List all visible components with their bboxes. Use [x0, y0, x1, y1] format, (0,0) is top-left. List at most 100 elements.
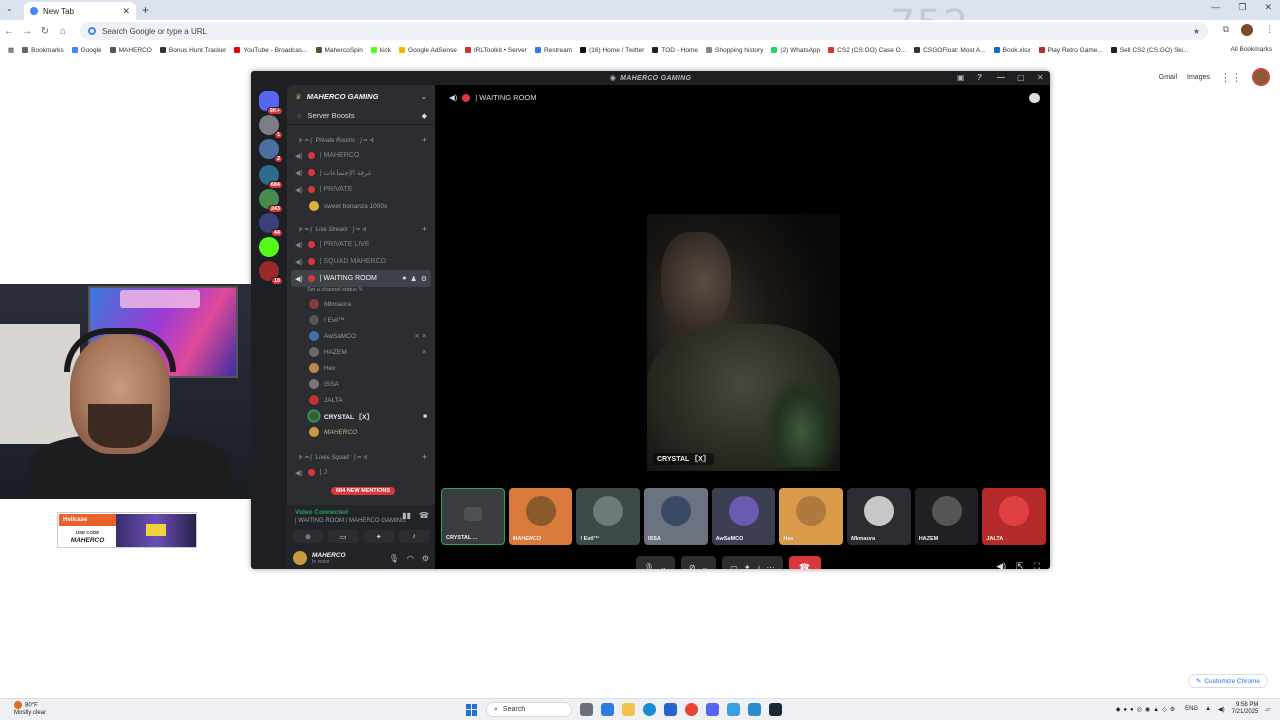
- network-icon[interactable]: ▲: [1205, 706, 1211, 712]
- activities-button[interactable]: ▭ ✦ ♪ ⋯: [722, 556, 783, 569]
- voice-member[interactable]: JALTA: [287, 392, 435, 408]
- bookmark-item[interactable]: MahercoSpin: [315, 47, 363, 54]
- voice-member[interactable]: Hex: [287, 360, 435, 376]
- discord-icon[interactable]: [706, 703, 719, 716]
- extensions-icon[interactable]: ⧉: [1223, 24, 1229, 36]
- server-icon[interactable]: 1: [259, 115, 283, 139]
- apps-grid-icon[interactable]: ⋮⋮: [1220, 71, 1242, 84]
- voice-channel[interactable]: ◀) | PRIVATE: [287, 181, 435, 198]
- fullscreen-icon[interactable]: ⛶: [1034, 561, 1040, 569]
- images-link[interactable]: Images: [1187, 74, 1210, 81]
- server-icon[interactable]: 44: [259, 213, 283, 237]
- close-icon[interactable]: ✕: [1264, 2, 1272, 13]
- popout-icon[interactable]: ⇱: [1016, 561, 1024, 569]
- bookmark-item[interactable]: (16) Home / Twitter: [580, 47, 644, 54]
- bookmark-item[interactable]: Restream: [534, 47, 572, 54]
- category-private-rooms[interactable]: ˑ ⊱ ━ { ˑPrivate Rooms ˑ } ━ ⊰ ˑ +: [287, 133, 435, 147]
- participant-tile[interactable]: HAZEM: [914, 488, 979, 545]
- participant-tile[interactable]: JALTA: [982, 488, 1047, 545]
- voice-channel[interactable]: ◀) | J: [287, 464, 435, 481]
- disconnect-button[interactable]: ☎: [788, 556, 821, 569]
- server-header[interactable]: ♛ MAHERCO GAMING ⌄: [287, 85, 435, 107]
- focused-video[interactable]: CRYSTAL 〖X〗: [647, 214, 840, 471]
- bookmark-item[interactable]: Play Retro Game...: [1038, 47, 1103, 54]
- voice-member[interactable]: MAHERCO: [287, 424, 435, 440]
- chat-icon[interactable]: ●: [402, 275, 406, 283]
- menu-icon[interactable]: ⋮: [1265, 24, 1274, 36]
- store-icon[interactable]: [664, 703, 677, 716]
- voice-member[interactable]: CRYSTAL 〖X〗 ■: [287, 408, 435, 424]
- bookmark-item[interactable]: Bonus Hunt Tracker: [159, 47, 226, 54]
- microphone-icon[interactable]: 🎙: [389, 554, 399, 563]
- bookmark-item[interactable]: kick: [370, 47, 391, 54]
- invite-icon[interactable]: ♟: [410, 275, 416, 283]
- participant-tile[interactable]: MAHERCO: [508, 488, 573, 545]
- gear-icon[interactable]: ⚙: [421, 275, 427, 283]
- copilot-icon[interactable]: [601, 703, 614, 716]
- taskbar-search[interactable]: ⌕ Search: [486, 702, 572, 717]
- microphone-button[interactable]: 🎙 ⌄: [636, 556, 675, 569]
- voice-channel[interactable]: ◀) | PRIVATE LIVE: [287, 236, 435, 253]
- server-icon[interactable]: 10: [259, 261, 283, 285]
- bookmark-item[interactable]: CS2 (CS:GO) Case O...: [828, 47, 906, 54]
- add-channel-icon[interactable]: +: [422, 135, 427, 145]
- server-icon[interactable]: 243: [259, 189, 283, 213]
- bookmark-item[interactable]: Sell CS2 (CS:GO) Ski...: [1110, 47, 1188, 54]
- avatar[interactable]: [293, 551, 307, 565]
- camera-button[interactable]: ⊘ ⌄: [680, 556, 717, 569]
- language-indicator[interactable]: ENG: [1185, 706, 1198, 712]
- bookmark-item[interactable]: CSGOFloat: Most A...: [914, 47, 986, 54]
- chat-icon[interactable]: [1029, 93, 1040, 103]
- address-bar[interactable]: Search Google or type a URL ★: [80, 22, 1208, 40]
- add-channel-icon[interactable]: +: [422, 224, 427, 234]
- server-icon[interactable]: 684: [259, 165, 283, 189]
- add-channel-icon[interactable]: +: [422, 452, 427, 462]
- home-icon[interactable]: ⌂: [54, 26, 72, 37]
- voice-member[interactable]: Mkmaora: [287, 296, 435, 312]
- voice-member[interactable]: HAZEM ✕: [287, 344, 435, 360]
- gear-icon[interactable]: ⚙: [422, 554, 429, 563]
- customize-chrome-button[interactable]: ✎ Customize Chrome: [1187, 674, 1268, 688]
- kick-server-icon[interactable]: [259, 237, 279, 257]
- server-boosts[interactable]: ◌ Server Boosts ◆: [287, 107, 435, 125]
- close-tab-icon[interactable]: ✕: [122, 6, 130, 17]
- screen-share-button[interactable]: ▭: [328, 530, 359, 543]
- steam-icon[interactable]: [769, 703, 782, 716]
- volume-icon[interactable]: ◀): [996, 561, 1006, 569]
- bookmark-item[interactable]: MAHERCO: [109, 47, 152, 54]
- bookmark-item[interactable]: IRLToolkit • Server: [464, 47, 527, 54]
- voice-channel[interactable]: ◀) | SQUAD MAHERCO: [287, 253, 435, 270]
- camera-off-button[interactable]: ⊘: [293, 530, 323, 543]
- voice-channel[interactable]: ◀) | MAHERCO: [287, 147, 435, 164]
- new-tab-button[interactable]: +: [142, 3, 149, 17]
- category-live-stream[interactable]: ˑ ⊱ ━ { ˑLive Stream ˑ } ━ ⊰ ˑ +: [287, 222, 435, 236]
- gmail-link[interactable]: Gmail: [1159, 74, 1177, 81]
- chrome-icon[interactable]: [685, 703, 698, 716]
- soundboard-button[interactable]: ♪: [398, 530, 429, 543]
- tab-new-tab[interactable]: New Tab ✕: [24, 2, 136, 20]
- tray-icons[interactable]: ◆●●◎◉▲◇⚙: [1116, 706, 1178, 713]
- maximize-icon[interactable]: ❐: [1238, 2, 1246, 13]
- weather-widget[interactable]: 80°F Mostly clear: [14, 701, 46, 717]
- reload-icon[interactable]: ↻: [36, 26, 54, 37]
- edge-icon[interactable]: [643, 703, 656, 716]
- bookmark-item[interactable]: Shopping history: [706, 47, 763, 54]
- voice-status[interactable]: Video Connected: [295, 509, 348, 516]
- file-explorer-icon[interactable]: [622, 703, 635, 716]
- bookmark-item[interactable]: YouTube - Broadcas...: [234, 47, 308, 54]
- task-view-icon[interactable]: [580, 703, 593, 716]
- voice-member[interactable]: sweet bonanza 1000x: [287, 198, 435, 214]
- account-avatar[interactable]: [1252, 68, 1270, 86]
- voice-channel[interactable]: ◀) | غرفة الإجتماعات: [287, 164, 435, 181]
- bookmark-item[interactable]: Bookmarks: [22, 47, 64, 54]
- tab-search-icon[interactable]: ⌄: [6, 4, 13, 13]
- participant-tile[interactable]: CRYSTAL ...: [441, 488, 505, 545]
- forward-icon[interactable]: →: [18, 26, 36, 37]
- voice-member[interactable]: ! Evil™: [287, 312, 435, 328]
- apps-icon[interactable]: ▦: [8, 46, 14, 54]
- minimize-icon[interactable]: —: [1211, 2, 1220, 13]
- bookmark-item[interactable]: (2) WhatsApp: [771, 47, 820, 54]
- bookmark-item[interactable]: Google: [71, 47, 102, 54]
- app-icon[interactable]: [727, 703, 740, 716]
- windows-start-icon[interactable]: [466, 703, 478, 716]
